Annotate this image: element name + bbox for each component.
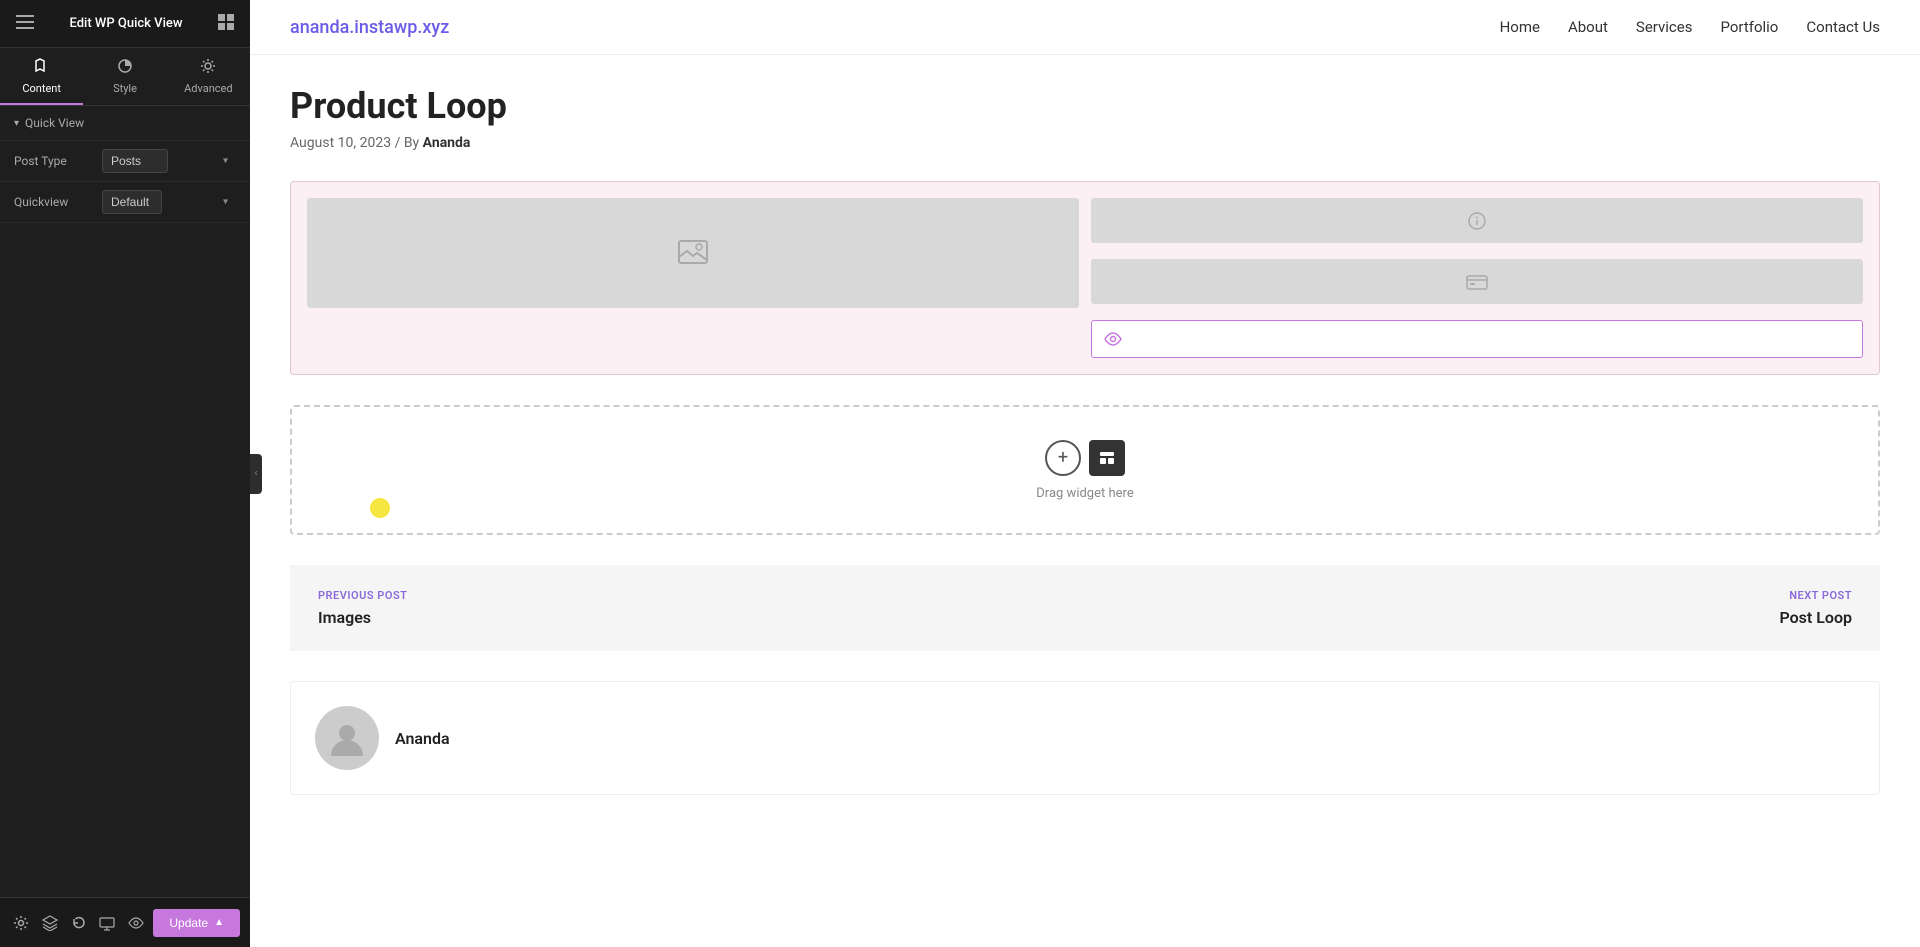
tab-advanced[interactable]: Advanced [167, 48, 250, 105]
previous-post-label: PREVIOUS POST [318, 589, 1057, 602]
author-name: Ananda [395, 729, 450, 748]
tab-style-label: Style [113, 82, 137, 95]
tab-content[interactable]: Content [0, 48, 83, 105]
main-content: ananda.instawp.xyz Home About Services P… [250, 0, 1920, 947]
style-tab-icon [117, 58, 133, 78]
page-content-area: Product Loop August 10, 2023 / By Ananda [250, 55, 1920, 825]
tab-content-label: Content [22, 82, 61, 95]
next-post-title: Post Loop [1113, 608, 1852, 627]
tab-advanced-label: Advanced [184, 82, 232, 95]
update-label: Update [169, 916, 208, 930]
quickview-select-wrapper: Default Custom [102, 190, 236, 214]
author-section: Ananda [290, 681, 1880, 795]
history-icon-btn[interactable] [67, 907, 90, 939]
empty-widget-area: + Drag widget here [290, 405, 1880, 535]
previous-post-nav[interactable]: PREVIOUS POST Images [290, 565, 1085, 651]
post-type-select-wrapper: Posts Pages Products [102, 149, 236, 173]
responsive-icon-btn[interactable] [96, 907, 119, 939]
sidebar-title: Edit WP Quick View [69, 16, 182, 31]
update-button[interactable]: Update ▲ [153, 909, 240, 937]
settings-icon-btn[interactable] [10, 907, 33, 939]
next-post-nav[interactable]: NEXT POST Post Loop [1085, 565, 1880, 651]
nav-brand[interactable]: ananda.instawp.xyz [290, 17, 449, 38]
add-widget-button[interactable]: + [1045, 440, 1081, 476]
section-arrow-icon: ▾ [14, 118, 19, 129]
post-type-label: Post Type [14, 154, 94, 168]
previous-post-title: Images [318, 608, 1057, 627]
nav-link-contact[interactable]: Contact Us [1806, 18, 1880, 36]
quick-view-section-header[interactable]: ▾ Quick View [0, 106, 250, 141]
nav-links: Home About Services Portfolio Contact Us [1500, 18, 1880, 36]
advanced-tab-icon [200, 58, 216, 78]
collapse-handle[interactable]: ‹ [250, 454, 262, 494]
content-tab-icon [34, 58, 50, 78]
add-icon: + [1058, 447, 1068, 468]
layers-icon-btn[interactable] [39, 907, 62, 939]
nav-link-portfolio[interactable]: Portfolio [1720, 18, 1778, 36]
drag-widget-label: Drag widget here [1036, 486, 1133, 501]
post-type-select[interactable]: Posts Pages Products [102, 149, 168, 173]
template-button[interactable] [1089, 440, 1125, 476]
quickview-select[interactable]: Default Custom [102, 190, 162, 214]
product-loop-grid [307, 198, 1863, 358]
preview-icon-btn[interactable] [125, 907, 148, 939]
product-info-placeholder [1091, 198, 1863, 243]
bottom-toolbar: Update ▲ [0, 897, 250, 947]
grid-icon[interactable] [218, 14, 234, 34]
product-price-placeholder [1091, 259, 1863, 304]
nav-link-services[interactable]: Services [1636, 18, 1693, 36]
product-image-placeholder [307, 198, 1079, 308]
update-chevron-icon: ▲ [214, 917, 224, 928]
hamburger-icon[interactable] [16, 14, 34, 33]
sidebar-header: Edit WP Quick View [0, 0, 250, 48]
post-navigation: PREVIOUS POST Images NEXT POST Post Loop [290, 565, 1880, 651]
widget-buttons: + [1045, 440, 1125, 476]
top-nav: ananda.instawp.xyz Home About Services P… [250, 0, 1920, 55]
post-date: August 10, 2023 [290, 135, 391, 151]
post-type-row: Post Type Posts Pages Products [0, 141, 250, 182]
product-loop-widget [290, 181, 1880, 375]
quickview-label: Quickview [14, 195, 94, 209]
post-by-label: By [404, 135, 419, 151]
author-info: Ananda [395, 729, 450, 748]
tab-bar: Content Style Advanced [0, 48, 250, 106]
nav-link-home[interactable]: Home [1500, 18, 1540, 36]
section-label: Quick View [25, 116, 84, 130]
quickview-row: Quickview Default Custom [0, 182, 250, 223]
author-avatar [315, 706, 379, 770]
page-title: Product Loop [290, 85, 1880, 127]
post-author: Ananda [423, 135, 471, 151]
post-meta: August 10, 2023 / By Ananda [290, 135, 1880, 151]
post-by: / [395, 135, 404, 151]
nav-link-about[interactable]: About [1568, 18, 1608, 36]
product-quickview-row [1091, 320, 1863, 358]
tab-style[interactable]: Style [83, 48, 166, 105]
next-post-label: NEXT POST [1113, 589, 1852, 602]
sidebar: Edit WP Quick View Content [0, 0, 250, 947]
